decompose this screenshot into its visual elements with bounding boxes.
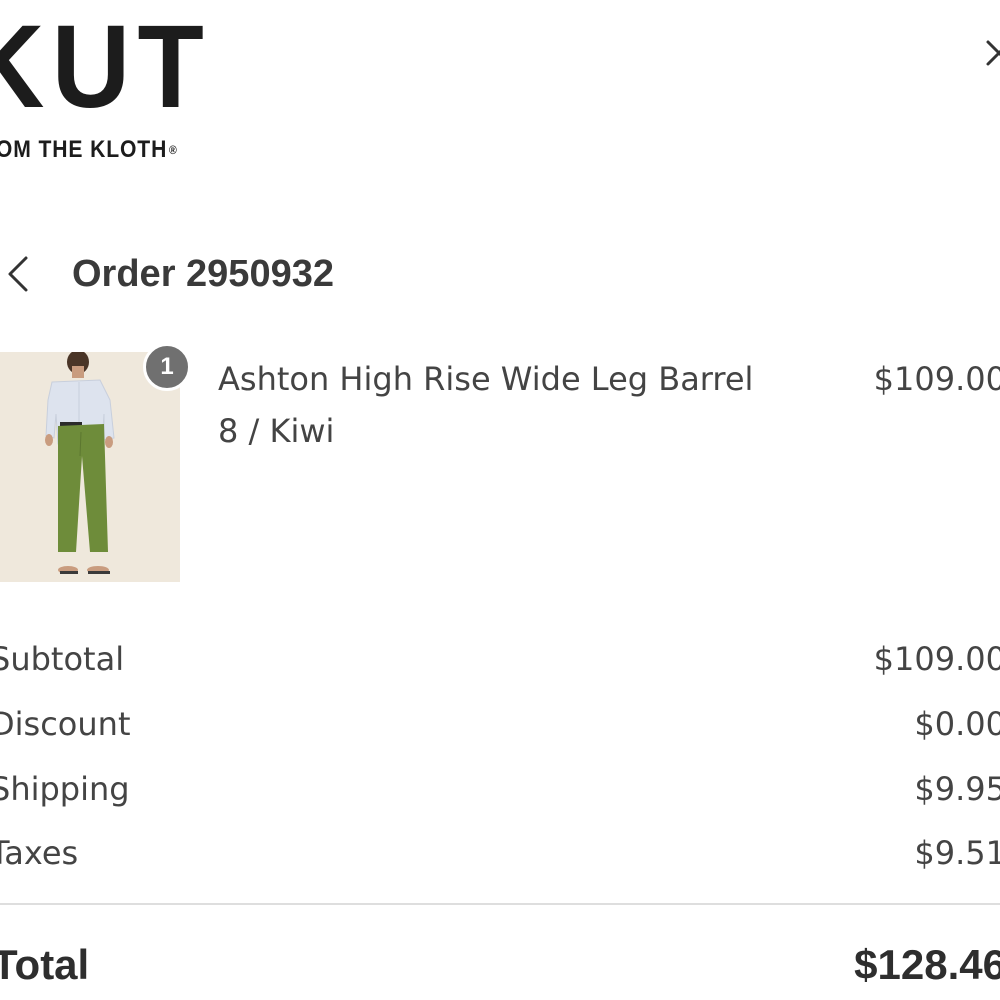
product-name[interactable]: Ashton High Rise Wide Leg Barrel: [218, 356, 753, 402]
product-price: $109.00: [873, 360, 1000, 398]
shipping-value: $9.95: [914, 770, 1000, 808]
shipping-label: Shipping: [0, 770, 130, 808]
total-value: $128.46: [854, 941, 1000, 988]
subtotal-label: Subtotal: [0, 640, 125, 678]
summary-divider: [0, 903, 1000, 905]
discount-value: $0.00: [914, 705, 1000, 743]
back-button[interactable]: [0, 252, 40, 296]
close-button[interactable]: [978, 34, 1000, 74]
total-label: Total: [0, 941, 90, 988]
logo-tagline: FROM THE KLOTH®: [0, 136, 178, 164]
order-title: Order 2950932: [72, 253, 334, 295]
registered-mark: ®: [168, 143, 178, 157]
taxes-label: Taxes: [0, 834, 79, 872]
chevron-left-icon: [8, 256, 28, 292]
product-variant: 8 / Kiwi: [218, 412, 335, 450]
close-icon: [986, 40, 1000, 66]
brand-logo[interactable]: KUT FROM THE KLOTH®: [0, 8, 226, 163]
taxes-value: $9.51: [914, 834, 1000, 872]
quantity-badge: 1: [143, 343, 191, 391]
discount-label: Discount: [0, 705, 131, 743]
subtotal-value: $109.00: [873, 640, 1000, 678]
logo-wordmark: KUT: [0, 1, 212, 133]
logo-tagline-text: FROM THE KLOTH: [0, 136, 168, 163]
